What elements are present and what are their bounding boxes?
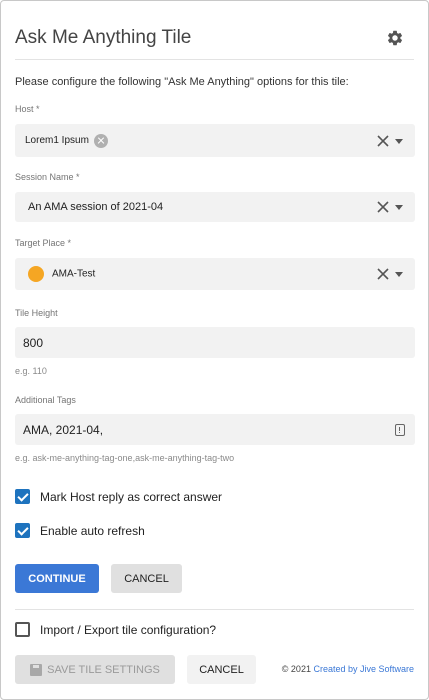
host-label: Host *: [15, 104, 40, 114]
remove-chip-icon[interactable]: [93, 133, 108, 148]
target-place-select[interactable]: AMA-Test: [15, 258, 415, 290]
save-tile-settings-button: SAVE TILE SETTINGS: [15, 655, 175, 684]
additional-tags-value: AMA, 2021-04,: [23, 422, 104, 437]
auto-refresh-option[interactable]: Enable auto refresh: [15, 523, 145, 538]
session-name-select[interactable]: An AMA session of 2021-04: [15, 192, 415, 222]
target-place-label: Target Place *: [15, 238, 72, 248]
mark-host-checkbox[interactable]: [15, 489, 30, 504]
session-name-value: An AMA session of 2021-04: [28, 201, 164, 213]
clear-icon[interactable]: [377, 134, 389, 147]
import-export-option[interactable]: Import / Export tile configuration?: [15, 622, 216, 637]
page-title: Ask Me Anything Tile: [15, 27, 192, 48]
import-export-label: Import / Export tile configuration?: [40, 622, 217, 637]
mark-host-option[interactable]: Mark Host reply as correct answer: [15, 489, 222, 504]
session-name-label: Session Name *: [15, 172, 80, 182]
tile-height-label: Tile Height: [15, 308, 58, 318]
place-icon: [28, 266, 44, 282]
save-icon: [30, 663, 43, 676]
footer-cancel-button[interactable]: CANCEL: [187, 655, 256, 684]
info-icon: [395, 423, 405, 436]
credit-link[interactable]: Created by Jive Software: [313, 664, 414, 674]
auto-refresh-checkbox[interactable]: [15, 523, 30, 538]
auto-refresh-label: Enable auto refresh: [40, 523, 145, 538]
gear-icon[interactable]: [386, 29, 404, 47]
additional-tags-helper: e.g. ask-me-anything-tag-one,ask-me-anyt…: [15, 453, 235, 463]
chevron-down-icon[interactable]: [395, 205, 403, 210]
import-export-checkbox[interactable]: [15, 622, 30, 637]
divider: [15, 609, 414, 610]
target-place-value: AMA-Test: [52, 268, 96, 280]
host-chip-label: Lorem1 Ipsum: [25, 135, 89, 146]
cancel-button[interactable]: CANCEL: [111, 564, 182, 593]
continue-button[interactable]: CONTINUE: [15, 564, 99, 593]
tile-height-input[interactable]: 800: [15, 327, 415, 358]
clear-icon[interactable]: [377, 201, 389, 213]
intro-text: Please configure the following "Ask Me A…: [15, 76, 349, 88]
host-select[interactable]: Lorem1 Ipsum: [15, 124, 415, 157]
chevron-down-icon[interactable]: [395, 138, 403, 144]
mark-host-label: Mark Host reply as correct answer: [40, 489, 223, 504]
clear-icon[interactable]: [377, 268, 389, 280]
additional-tags-input[interactable]: AMA, 2021-04,: [15, 414, 415, 445]
tile-height-helper: e.g. 110: [15, 366, 47, 376]
chevron-down-icon[interactable]: [395, 272, 403, 277]
save-tile-settings-label: SAVE TILE SETTINGS: [47, 663, 160, 676]
additional-tags-label: Additional Tags: [15, 395, 76, 405]
tile-config-dialog: Ask Me Anything Tile Please configure th…: [0, 0, 429, 700]
host-chip: Lorem1 Ipsum: [25, 133, 108, 148]
tile-height-value: 800: [23, 335, 44, 350]
copyright-text: © 2021: [281, 664, 314, 674]
dialog-header: Ask Me Anything Tile: [15, 15, 414, 60]
footer-credit: © 2021 Created by Jive Software: [282, 664, 414, 674]
